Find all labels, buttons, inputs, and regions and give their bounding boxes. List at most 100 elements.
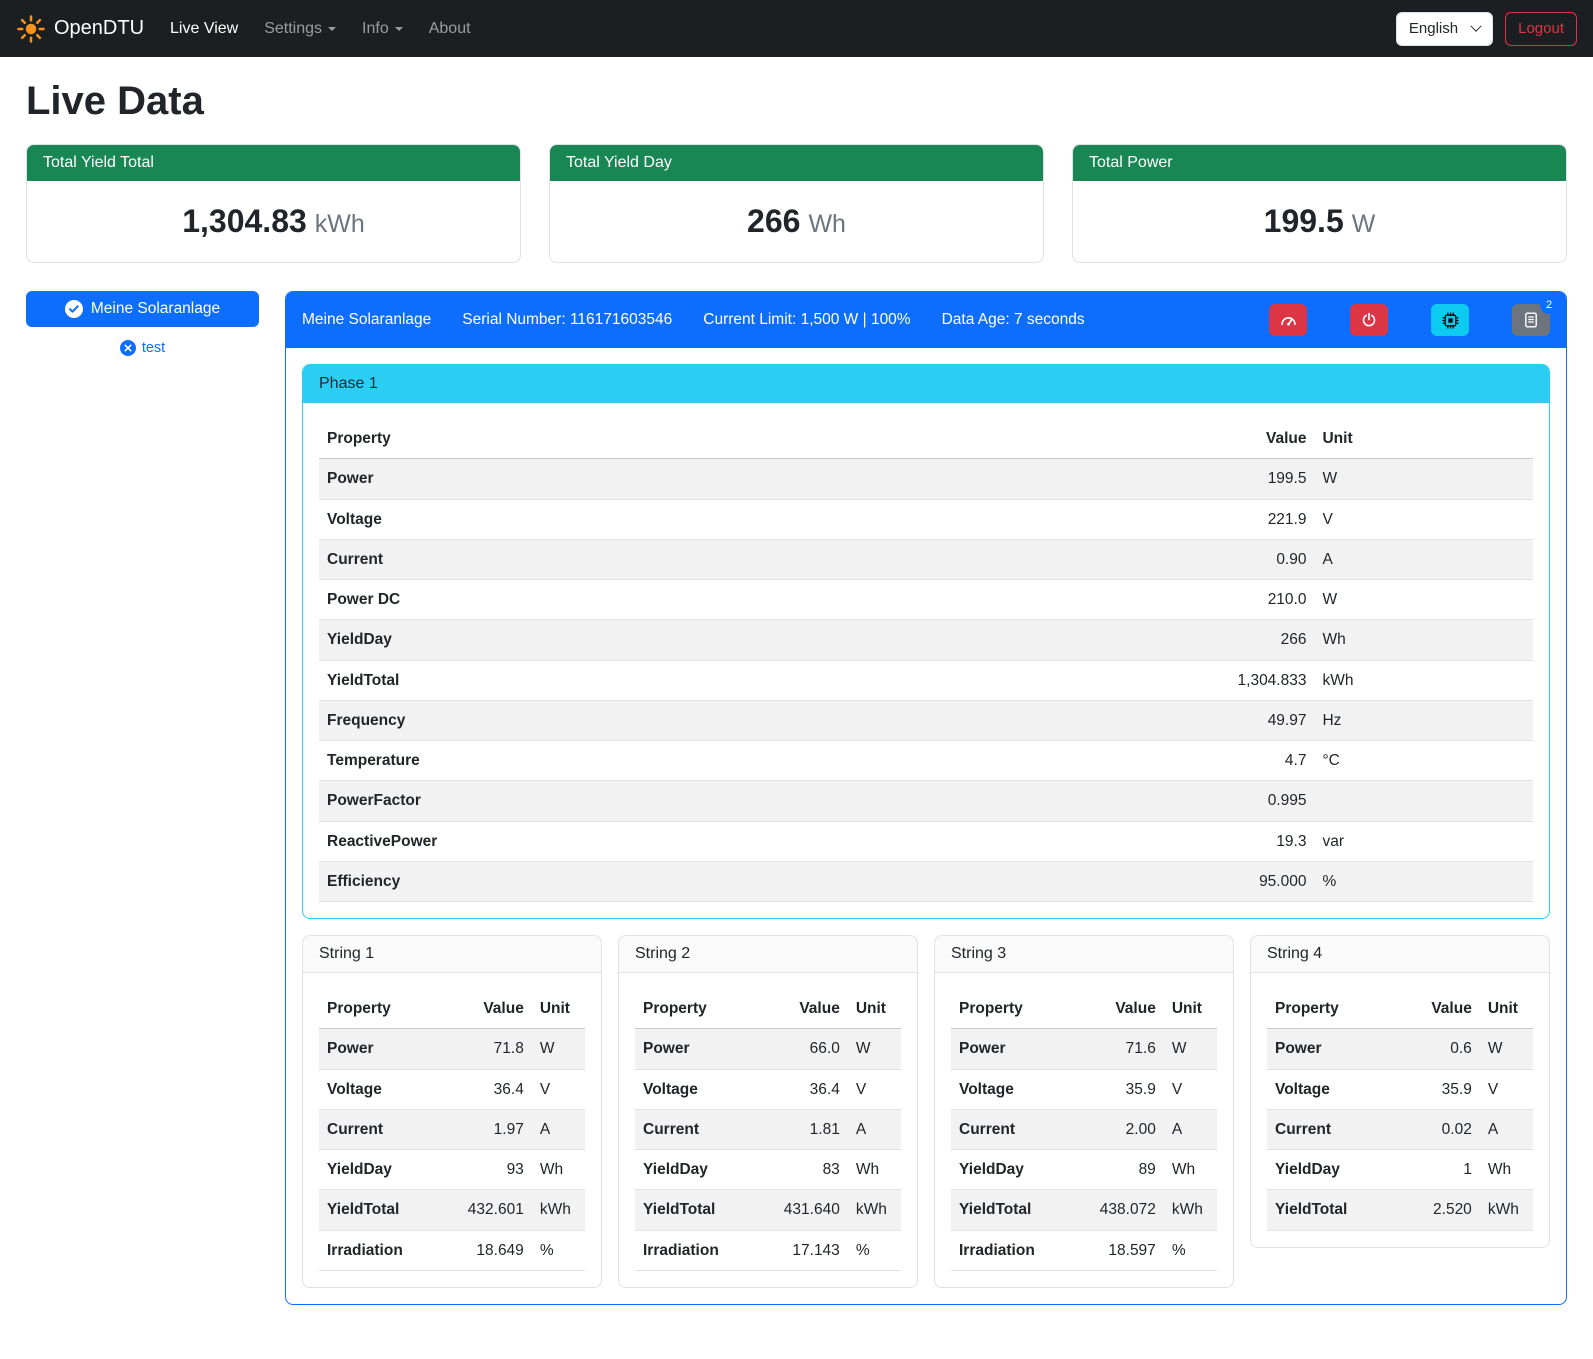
row-property: Power	[319, 1029, 438, 1069]
row-unit: %	[848, 1230, 901, 1270]
summary-cards: Total Yield Total 1,304.83kWh Total Yiel…	[26, 144, 1567, 263]
x-circle-icon	[120, 340, 136, 356]
nav-settings[interactable]: Settings	[264, 20, 336, 38]
navbar: OpenDTU Live View Settings Info About En…	[0, 0, 1593, 57]
logout-button[interactable]: Logout	[1505, 12, 1577, 46]
table-row: Current 0.90 A	[319, 539, 1533, 579]
row-value: 36.4	[438, 1069, 532, 1109]
row-property: YieldDay	[319, 620, 914, 660]
row-value: 17.143	[754, 1230, 848, 1270]
table-row: YieldDay 266 Wh	[319, 620, 1533, 660]
row-property: Voltage	[635, 1069, 754, 1109]
power-settings-button[interactable]	[1350, 304, 1388, 336]
row-unit: Wh	[848, 1150, 901, 1190]
row-property: Current	[1267, 1109, 1397, 1149]
inverter-item-test[interactable]: test	[26, 340, 259, 356]
row-unit: W	[532, 1029, 585, 1069]
row-unit: var	[1314, 821, 1533, 861]
string-2-table: Property Value Unit Power 66.0	[635, 989, 901, 1271]
limit-settings-button[interactable]	[1269, 304, 1307, 336]
row-value: 0.90	[914, 539, 1314, 579]
table-row: Power 0.6 W	[1267, 1029, 1533, 1069]
device-info-button[interactable]	[1431, 304, 1469, 336]
chevron-down-icon	[1470, 20, 1481, 31]
inverter-sidebar: Meine Solaranlage test	[26, 291, 259, 356]
row-value: 83	[754, 1150, 848, 1190]
event-count-badge: 2	[1540, 296, 1558, 314]
string-2-title: String 2	[619, 936, 917, 973]
col-property: Property	[319, 989, 438, 1029]
row-property: Power	[319, 459, 914, 499]
nav-about[interactable]: About	[429, 20, 471, 38]
row-unit: W	[1480, 1029, 1533, 1069]
row-value: 18.597	[1070, 1230, 1164, 1270]
row-unit: kWh	[848, 1190, 901, 1230]
string-3-table: Property Value Unit Power 71.6	[951, 989, 1217, 1271]
row-unit: Wh	[1480, 1150, 1533, 1190]
row-property: Power	[1267, 1029, 1397, 1069]
col-unit: Unit	[1314, 419, 1533, 459]
row-value: 2.00	[1070, 1109, 1164, 1149]
row-unit: W	[1314, 580, 1533, 620]
event-log-button[interactable]: 2	[1512, 304, 1550, 336]
table-row: Irradiation 18.597 %	[951, 1230, 1217, 1270]
table-row: Voltage 36.4 V	[319, 1069, 585, 1109]
table-row: Voltage 35.9 V	[951, 1069, 1217, 1109]
row-value: 95.000	[914, 861, 1314, 901]
table-row: YieldTotal 438.072 kWh	[951, 1190, 1217, 1230]
summary-card-unit: Wh	[808, 210, 846, 238]
row-value: 210.0	[914, 580, 1314, 620]
summary-card: Total Yield Day 266Wh	[549, 144, 1044, 263]
col-value: Value	[1397, 989, 1480, 1029]
string-card-3: String 3 Property Value Unit	[934, 935, 1234, 1288]
chevron-down-icon	[328, 27, 336, 31]
check-circle-icon	[65, 300, 83, 318]
col-property: Property	[319, 419, 914, 459]
row-unit: A	[532, 1109, 585, 1149]
phase-card: Phase 1 Property Value Unit	[302, 364, 1550, 919]
table-row: ReactivePower 19.3 var	[319, 821, 1533, 861]
row-unit: W	[848, 1029, 901, 1069]
row-unit: kWh	[532, 1190, 585, 1230]
language-select[interactable]: English	[1396, 12, 1493, 46]
inverter-data-age: Data Age: 7 seconds	[942, 311, 1085, 329]
summary-card-value: 199.5	[1264, 203, 1344, 239]
row-property: Power DC	[319, 580, 914, 620]
summary-card-title: Total Yield Day	[550, 145, 1043, 181]
nav-info[interactable]: Info	[362, 20, 403, 38]
col-property: Property	[951, 989, 1070, 1029]
row-value: 221.9	[914, 499, 1314, 539]
row-unit: W	[1164, 1029, 1217, 1069]
row-unit: %	[532, 1230, 585, 1270]
col-value: Value	[914, 419, 1314, 459]
power-icon	[1361, 312, 1377, 328]
inverter-card-header: Meine Solaranlage Serial Number: 1161716…	[286, 292, 1566, 348]
inverter-select-button[interactable]: Meine Solaranlage	[26, 291, 259, 327]
table-row: Voltage 35.9 V	[1267, 1069, 1533, 1109]
row-property: Voltage	[1267, 1069, 1397, 1109]
brand[interactable]: OpenDTU	[16, 14, 144, 44]
nav-settings-label: Settings	[264, 20, 322, 38]
inverter-name: Meine Solaranlage	[302, 311, 431, 329]
row-property: Irradiation	[635, 1230, 754, 1270]
row-property: Temperature	[319, 741, 914, 781]
row-value: 18.649	[438, 1230, 532, 1270]
table-row: Frequency 49.97 Hz	[319, 700, 1533, 740]
row-value: 1,304.833	[914, 660, 1314, 700]
row-value: 36.4	[754, 1069, 848, 1109]
table-header-row: Property Value Unit	[319, 419, 1533, 459]
row-value: 0.995	[914, 781, 1314, 821]
string-1-table: Property Value Unit Power 71.8	[319, 989, 585, 1271]
row-value: 71.6	[1070, 1029, 1164, 1069]
col-value: Value	[754, 989, 848, 1029]
row-value: 0.6	[1397, 1029, 1480, 1069]
table-header-row: Property Value Unit	[1267, 989, 1533, 1029]
nav-live-view[interactable]: Live View	[170, 20, 238, 38]
row-unit: A	[1314, 539, 1533, 579]
row-property: YieldDay	[319, 1150, 438, 1190]
row-property: YieldTotal	[319, 660, 914, 700]
summary-card-title: Total Yield Total	[27, 145, 520, 181]
table-header-row: Property Value Unit	[635, 989, 901, 1029]
row-property: Voltage	[319, 1069, 438, 1109]
table-row: Temperature 4.7 °C	[319, 741, 1533, 781]
